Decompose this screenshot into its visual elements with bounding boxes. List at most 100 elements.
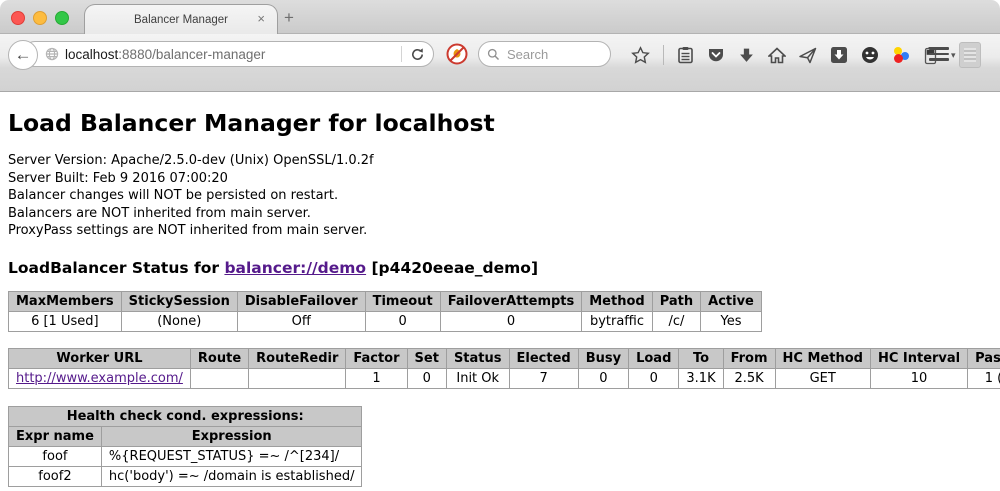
pocket-icon[interactable] (707, 47, 725, 64)
balancers-note-line: Balancers are NOT inherited from main se… (8, 205, 992, 223)
table-cell: foof2 (9, 466, 102, 486)
browser-window: Balancer Manager × + ← localhost:8880/ba… (0, 0, 1000, 491)
table-cell: 3.1K (679, 368, 723, 388)
health-table-title: Health check cond. expressions: (9, 406, 362, 426)
worker-header-row: Worker URLRouteRouteRedirFactorSetStatus… (9, 348, 1000, 368)
addon-download-icon[interactable] (830, 46, 848, 64)
table-cell (190, 368, 248, 388)
globe-icon (45, 47, 59, 61)
balancer-demo-link[interactable]: balancer://demo (224, 259, 366, 277)
new-tab-button[interactable]: + (284, 8, 294, 28)
column-header: RouteRedir (249, 348, 346, 368)
table-row: foof2hc('body') =~ /domain is establishe… (9, 466, 362, 486)
urlbar-divider (401, 46, 402, 62)
status-heading-prefix: LoadBalancer Status for (8, 259, 224, 277)
table-cell: foof (9, 446, 102, 466)
balancer-header-row: MaxMembersStickySessionDisableFailoverTi… (9, 291, 762, 311)
search-input[interactable] (505, 46, 599, 63)
search-icon (487, 48, 500, 61)
url-path: :8880/balancer-manager (118, 47, 265, 62)
table-cell: Yes (701, 311, 762, 331)
table-cell: 0 (629, 368, 679, 388)
tab-title: Balancer Manager (134, 14, 228, 26)
worker-url-link[interactable]: http://www.example.com/ (16, 371, 183, 386)
column-header: To (679, 348, 723, 368)
health-check-table: Health check cond. expressions: Expr nam… (8, 406, 362, 487)
column-header: Expression (101, 426, 362, 446)
menu-icon[interactable] (929, 47, 949, 64)
table-cell: 6 [1 Used] (9, 311, 122, 331)
table-cell: /c/ (652, 311, 700, 331)
navigation-toolbar: ← localhost:8880/balancer-manager (0, 34, 1000, 92)
server-built-line: Server Built: Feb 9 2016 07:00:20 (8, 170, 992, 188)
health-title-row: Health check cond. expressions: (9, 406, 362, 426)
balancer-settings-table: MaxMembersStickySessionDisableFailoverTi… (8, 291, 762, 332)
downloads-icon[interactable] (738, 47, 755, 64)
page-title: Load Balancer Manager for localhost (8, 109, 992, 137)
column-header: StickySession (121, 291, 237, 311)
window-controls (11, 11, 69, 25)
close-window-button[interactable] (11, 11, 25, 25)
url-text: localhost:8880/balancer-manager (65, 47, 393, 62)
table-cell: http://www.example.com/ (9, 368, 191, 388)
table-cell: (None) (121, 311, 237, 331)
column-header: Active (701, 291, 762, 311)
table-row: http://www.example.com/ 10Init Ok7003.1K… (9, 368, 1000, 388)
bookmark-star-icon[interactable] (631, 46, 650, 65)
table-cell: 1 (346, 368, 407, 388)
proxypass-note-line: ProxyPass settings are NOT inherited fro… (8, 222, 992, 240)
toolbar-icon-row: ▾ (631, 43, 956, 67)
column-header: Passes (968, 348, 1000, 368)
back-button[interactable]: ← (8, 40, 38, 70)
url-host: localhost (65, 47, 118, 62)
column-header: Elected (509, 348, 578, 368)
table-cell: 7 (509, 368, 578, 388)
table-cell: 2.5K (723, 368, 775, 388)
column-header: From (723, 348, 775, 368)
table-cell: hc('body') =~ /domain is established/ (101, 466, 362, 486)
table-cell: 0 (365, 311, 440, 331)
overflow-caret-icon[interactable]: ▾ (951, 50, 956, 61)
content-blocked-icon[interactable] (446, 43, 468, 65)
tab-close-icon[interactable]: × (257, 12, 265, 26)
column-header: Set (407, 348, 446, 368)
table-row: 6 [1 Used](None)Off00bytraffic/c/Yes (9, 311, 762, 331)
home-icon[interactable] (768, 47, 786, 64)
titlebar: Balancer Manager × + (0, 0, 1000, 34)
column-header: Method (582, 291, 652, 311)
health-header-row: Expr nameExpression (9, 426, 362, 446)
browser-tab[interactable]: Balancer Manager × (84, 4, 278, 34)
colored-dots-addon-icon[interactable] (892, 46, 910, 64)
table-cell: Init Ok (446, 368, 509, 388)
table-cell (249, 368, 346, 388)
column-header: Factor (346, 348, 407, 368)
emoji-addon-icon[interactable] (861, 46, 879, 64)
worker-status-table: Worker URLRouteRouteRedirFactorSetStatus… (8, 348, 1000, 389)
column-header: HC Method (775, 348, 870, 368)
column-header: MaxMembers (9, 291, 122, 311)
column-header: Timeout (365, 291, 440, 311)
table-cell: %{REQUEST_STATUS} =~ /^[234]/ (101, 446, 362, 466)
send-icon[interactable] (799, 47, 817, 64)
column-header: Route (190, 348, 248, 368)
page-content: Load Balancer Manager for localhost Serv… (0, 92, 1000, 491)
minimize-window-button[interactable] (33, 11, 47, 25)
column-header: Load (629, 348, 679, 368)
server-version-line: Server Version: Apache/2.5.0-dev (Unix) … (8, 152, 992, 170)
column-header: Worker URL (9, 348, 191, 368)
reload-icon[interactable] (410, 47, 425, 62)
server-info: Server Version: Apache/2.5.0-dev (Unix) … (8, 152, 992, 240)
table-cell: GET (775, 368, 870, 388)
pages-disabled-icon[interactable] (959, 42, 981, 68)
reading-list-icon[interactable] (677, 46, 694, 64)
table-row: foof%{REQUEST_STATUS} =~ /^[234]/ (9, 446, 362, 466)
table-cell: 0 (440, 311, 582, 331)
url-bar[interactable]: localhost:8880/balancer-manager (22, 41, 434, 67)
table-cell: 0 (407, 368, 446, 388)
status-heading-suffix: [p4420eeae_demo] (366, 259, 538, 277)
zoom-window-button[interactable] (55, 11, 69, 25)
table-cell: Off (237, 311, 365, 331)
search-bar[interactable] (478, 41, 611, 67)
table-cell: bytraffic (582, 311, 652, 331)
column-header: Path (652, 291, 700, 311)
